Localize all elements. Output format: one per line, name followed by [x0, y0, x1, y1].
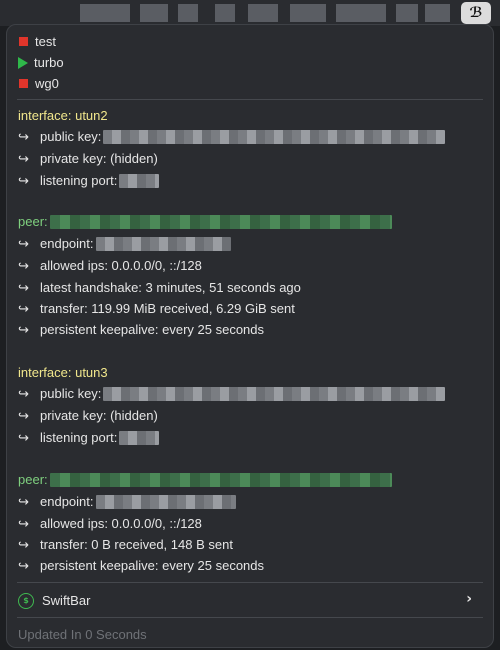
transfer-row[interactable]: ↪ transfer: 0 B received, 148 B sent [18, 535, 233, 555]
arrow-icon: ↪ [18, 174, 29, 189]
menubar-item-redacted[interactable] [178, 4, 198, 22]
arrow-icon: ↪ [18, 517, 29, 532]
swiftbar-menubar-icon[interactable]: ℬ [461, 2, 491, 24]
swiftbar-menu-item[interactable]: $ SwiftBar › [18, 591, 484, 611]
menubar-item-redacted[interactable] [80, 4, 130, 22]
interface-heading[interactable]: interface: utun2 [18, 106, 108, 126]
arrow-icon: ↪ [18, 559, 29, 574]
menubar-item-redacted[interactable] [215, 4, 235, 22]
menubar-item-redacted[interactable] [290, 4, 326, 22]
separator [17, 99, 483, 100]
arrow-icon: ↪ [18, 387, 29, 402]
menubar-item-redacted[interactable] [336, 4, 386, 22]
swiftbar-icon: $ [18, 592, 34, 609]
menu-bar: ℬ [0, 0, 500, 26]
arrow-icon: ↪ [18, 431, 29, 446]
tunnel-item-turbo[interactable]: turbo [18, 53, 64, 73]
stopped-icon [19, 37, 28, 47]
peer-heading[interactable]: peer: [18, 212, 392, 232]
public-key-row[interactable]: ↪ public key: [18, 384, 446, 404]
tunnel-item-wg0[interactable]: wg0 [18, 74, 59, 94]
keepalive-row[interactable]: ↪ persistent keepalive: every 25 seconds [18, 556, 264, 576]
arrow-icon: ↪ [18, 409, 29, 424]
redacted-value [119, 430, 160, 445]
dropdown-menu: test turbo wg0 interface: utun2 ↪ public … [6, 24, 494, 648]
allowed-ips-row[interactable]: ↪ allowed ips: 0.0.0.0/0, ::/128 [18, 514, 202, 534]
endpoint-row[interactable]: ↪ endpoint: [18, 234, 231, 254]
arrow-icon: ↪ [18, 237, 29, 252]
redacted-value [103, 386, 446, 401]
endpoint-row[interactable]: ↪ endpoint: [18, 492, 236, 512]
tunnel-item-test[interactable]: test [18, 32, 56, 52]
redacted-value [103, 129, 446, 144]
private-key-row[interactable]: ↪ private key: (hidden) [18, 149, 158, 169]
separator [17, 617, 483, 618]
arrow-icon: ↪ [18, 130, 29, 145]
arrow-icon: ↪ [18, 323, 29, 338]
redacted-value [49, 214, 392, 229]
latest-handshake-row[interactable]: ↪ latest handshake: 3 minutes, 51 seconds… [18, 278, 301, 298]
menubar-item-redacted[interactable] [140, 4, 168, 22]
arrow-icon: ↪ [18, 152, 29, 167]
redacted-value [119, 173, 160, 188]
stopped-icon [19, 79, 28, 89]
redacted-value [95, 236, 231, 251]
menubar-item-redacted[interactable] [425, 4, 450, 22]
arrow-icon: ↪ [18, 259, 29, 274]
redacted-value [49, 472, 392, 487]
arrow-icon: ↪ [18, 281, 29, 296]
interface-heading[interactable]: interface: utun3 [18, 363, 108, 383]
arrow-icon: ↪ [18, 495, 29, 510]
transfer-row[interactable]: ↪ transfer: 119.99 MiB received, 6.29 GiB… [18, 299, 295, 319]
arrow-icon: ↪ [18, 538, 29, 553]
listening-port-row[interactable]: ↪ listening port: [18, 171, 160, 191]
menubar-item-redacted[interactable] [396, 4, 418, 22]
keepalive-row[interactable]: ↪ persistent keepalive: every 25 seconds [18, 320, 264, 340]
private-key-row[interactable]: ↪ private key: (hidden) [18, 406, 158, 426]
redacted-value [95, 494, 236, 509]
public-key-row[interactable]: ↪ public key: [18, 127, 446, 147]
running-icon [18, 56, 28, 69]
listening-port-row[interactable]: ↪ listening port: [18, 428, 160, 448]
arrow-icon: ↪ [18, 302, 29, 317]
allowed-ips-row[interactable]: ↪ allowed ips: 0.0.0.0/0, ::/128 [18, 256, 202, 276]
separator [17, 582, 483, 583]
chevron-right-icon: › [466, 591, 472, 607]
updated-status: Updated In 0 Seconds [18, 627, 147, 642]
menubar-item-redacted[interactable] [248, 4, 278, 22]
peer-heading[interactable]: peer: [18, 470, 392, 490]
